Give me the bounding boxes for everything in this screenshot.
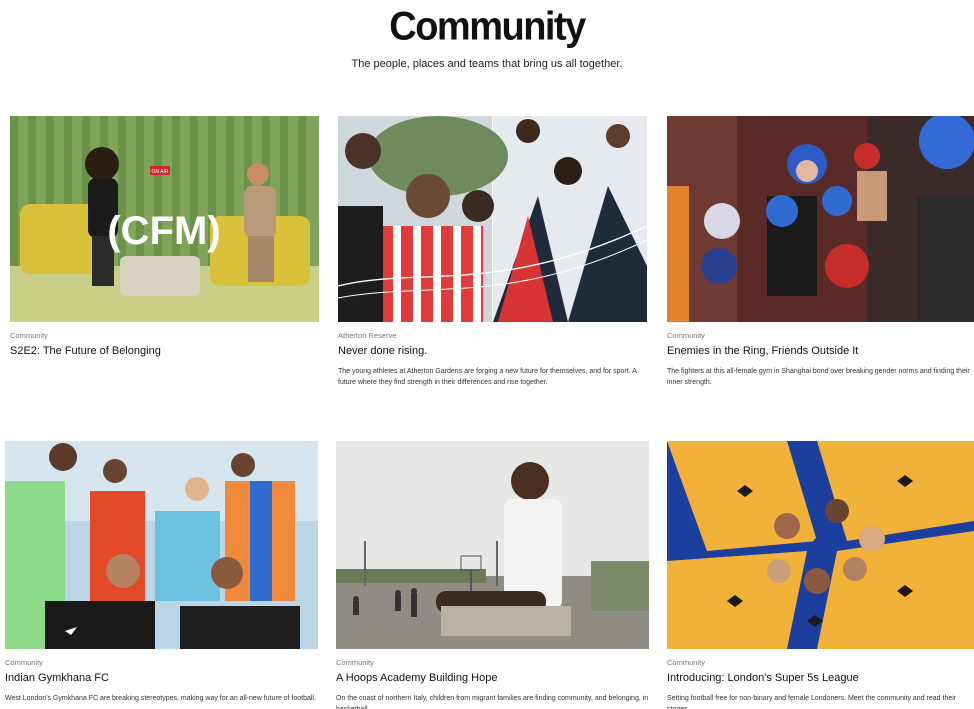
svg-text:(CFM): (CFM) — [107, 209, 220, 253]
boxing-gym-illustration — [667, 116, 974, 322]
story-card-indian-gymkhana[interactable]: Community Indian Gymkhana FC West London… — [5, 441, 318, 705]
story-tag: Community — [667, 331, 705, 340]
story-card-enemies-in-the-ring[interactable]: Community Enemies in the Ring, Friends O… — [667, 116, 974, 388]
basketball-court-illustration — [336, 441, 649, 649]
story-tag: Community — [336, 658, 374, 667]
page-title: Community — [389, 4, 586, 50]
story-card-hoops-academy[interactable]: Community A Hoops Academy Building Hope … — [336, 441, 649, 709]
team-huddle-illustration — [667, 441, 974, 649]
svg-text:ON AIR: ON AIR — [152, 169, 169, 175]
story-tag: Community — [5, 658, 43, 667]
story-description: On the coast of northern Italy, children… — [336, 694, 649, 709]
story-image-basketball-court[interactable] — [336, 441, 649, 649]
story-description: Setting football free for non-binary and… — [667, 694, 957, 709]
athletes-huddle-illustration — [338, 116, 647, 322]
story-card-future-of-belonging[interactable]: ON AIR (CFM) Community S2E2: The Future … — [10, 116, 319, 358]
story-description: The fighters at this all-female gym in S… — [667, 367, 970, 386]
story-image-atherton-athletes[interactable] — [338, 116, 647, 322]
story-image-boxing-gym[interactable] — [667, 116, 974, 322]
page-subtitle: The people, places and teams that bring … — [351, 58, 623, 70]
story-image-podcast-studio[interactable]: ON AIR (CFM) — [10, 116, 319, 322]
story-title[interactable]: Enemies in the Ring, Friends Outside It — [667, 345, 974, 358]
story-description: West London's Gymkhana FC are breaking s… — [5, 694, 316, 702]
story-image-super-5s-huddle[interactable] — [667, 441, 974, 649]
story-title[interactable]: S2E2: The Future of Belonging — [10, 345, 319, 358]
podcast-studio-illustration: ON AIR (CFM) — [10, 116, 319, 322]
story-title[interactable]: A Hoops Academy Building Hope — [336, 672, 649, 685]
story-image-gymkhana-team[interactable] — [5, 441, 318, 649]
story-title[interactable]: Indian Gymkhana FC — [5, 672, 318, 685]
football-team-illustration — [5, 441, 318, 649]
story-description: The young athletes at Atherton Gardens a… — [338, 367, 637, 386]
story-card-never-done-rising[interactable]: Atherton Reserve Never done rising. The … — [338, 116, 647, 388]
story-title[interactable]: Introducing: London's Super 5s League — [667, 672, 974, 685]
story-tag: Community — [10, 331, 48, 340]
story-card-super-5s-league[interactable]: Community Introducing: London's Super 5s… — [667, 441, 974, 709]
story-title[interactable]: Never done rising. — [338, 345, 647, 358]
story-tag: Community — [667, 658, 705, 667]
story-tag: Atherton Reserve — [338, 331, 397, 340]
